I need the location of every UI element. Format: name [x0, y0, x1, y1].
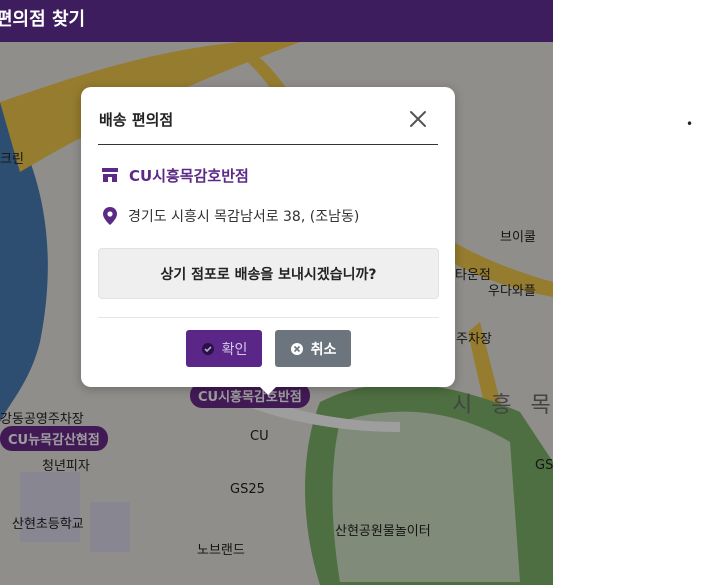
store-icon — [102, 168, 118, 182]
page-title: 편의점 찾기 — [0, 9, 86, 30]
location-pin-icon — [103, 207, 117, 225]
side-bullet: • — [686, 117, 694, 131]
modal-title: 배송 편의점 — [99, 111, 174, 129]
title-divider — [98, 144, 438, 145]
footer-divider — [98, 317, 439, 318]
check-circle-icon — [201, 342, 214, 355]
cancel-button[interactable]: 취소 — [275, 330, 351, 367]
cancel-label: 취소 — [310, 341, 337, 358]
page-header: 편의점 찾기 — [0, 0, 553, 42]
store-address: 경기도 시흥시 목감남서로 38, (조남동) — [128, 209, 360, 225]
close-icon — [410, 111, 426, 127]
delivery-store-modal: 배송 편의점 CU시흥목감호반점 경기도 시흥시 목감남서로 38, (조남동)… — [81, 87, 455, 395]
confirm-label: 확인 — [221, 341, 248, 358]
app-stage: 편의점 찾기 크린 브이쿨 타운점 우다와플 주차장 강동공영주차장 청년피자 … — [0, 0, 719, 585]
x-circle-icon — [290, 342, 303, 355]
modal-pointer — [258, 385, 278, 395]
store-name: CU시흥목감호반점 — [129, 166, 249, 185]
address-row: 경기도 시흥시 목감남서로 38, (조남동) — [103, 206, 359, 226]
store-row: CU시흥목감호반점 — [101, 165, 249, 185]
confirm-button[interactable]: 확인 — [186, 330, 262, 367]
close-button[interactable] — [406, 107, 430, 131]
confirm-question: 상기 점포로 배송을 보내시겠습니까? — [98, 248, 439, 299]
